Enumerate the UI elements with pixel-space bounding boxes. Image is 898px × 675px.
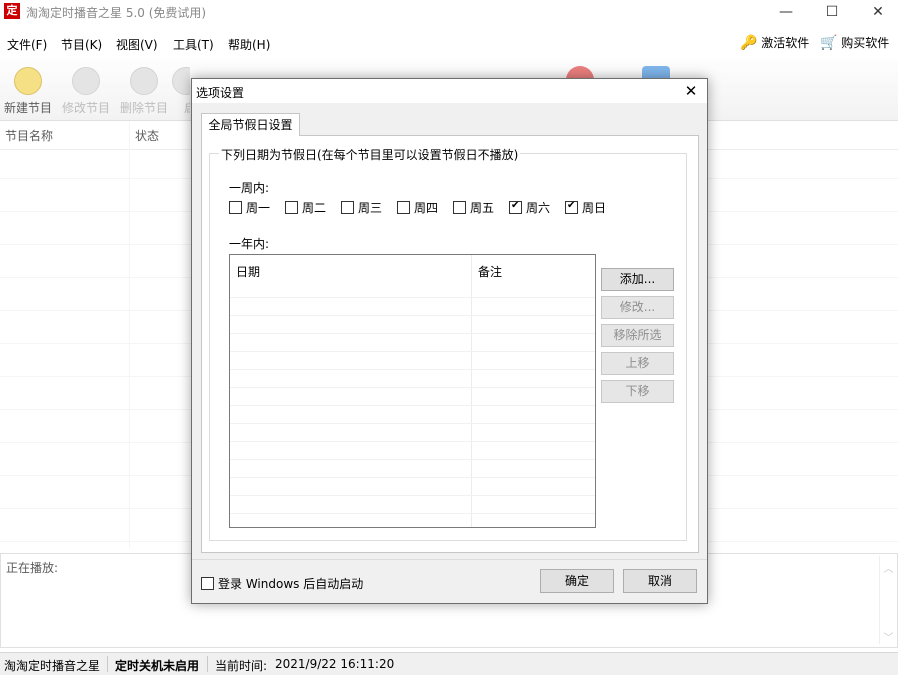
menu-tools[interactable]: 工具(T) <box>173 36 214 53</box>
checkbox-label: 周三 <box>358 201 383 215</box>
table-row-line <box>230 405 595 406</box>
app-icon: 定 <box>4 3 20 19</box>
checkbox-friday[interactable]: 周五 <box>453 199 494 215</box>
table-row-line <box>230 513 595 514</box>
checkbox-thursday[interactable]: 周四 <box>397 199 438 215</box>
column-date[interactable]: 日期 <box>236 263 260 280</box>
checkbox-box[interactable] <box>201 577 214 590</box>
holiday-table[interactable]: 日期 备注 <box>229 254 596 528</box>
status-time-value: 2021/9/22 16:11:20 <box>275 657 395 671</box>
menu-file[interactable]: 文件(F) <box>7 36 47 53</box>
checkbox-sunday[interactable]: 周日 <box>565 199 606 215</box>
checkbox-wednesday[interactable]: 周三 <box>341 199 382 215</box>
dialog-titlebar: 选项设置 ✕ <box>192 79 707 103</box>
status-divider <box>107 656 108 672</box>
table-row-line <box>230 315 595 316</box>
dialog-title: 选项设置 <box>196 86 245 100</box>
table-row-line <box>230 351 595 352</box>
status-time-label: 当前时间: <box>215 659 268 673</box>
menu-program[interactable]: 节目(K) <box>61 36 102 53</box>
checkbox-label: 周二 <box>302 201 327 215</box>
year-label: 一年内: <box>229 237 270 251</box>
buy-label: 购买软件 <box>841 36 890 50</box>
options-dialog: 选项设置 ✕ 全局节假日设置 下列日期为节假日(在每个节目里可以设置节假日不播放… <box>191 78 708 604</box>
add-button[interactable]: 添加... <box>601 268 674 291</box>
window-titlebar: 定 淘淘定时播音之星 5.0 (免费试用) — ☐ ✕ <box>0 0 898 24</box>
checkbox-box[interactable] <box>341 201 354 214</box>
status-shutdown: 定时关机未启用 <box>115 659 200 673</box>
status-bar: 淘淘定时播音之星 定时关机未启用 当前时间: 2021/9/22 16:11:2… <box>0 652 898 675</box>
table-row-line <box>230 495 595 496</box>
checkbox-monday[interactable]: 周一 <box>229 199 270 215</box>
status-divider <box>207 656 208 672</box>
dialog-close-icon[interactable]: ✕ <box>682 82 700 100</box>
holiday-group-title: 下列日期为节假日(在每个节目里可以设置节假日不播放) <box>219 146 521 163</box>
ok-button[interactable]: 确定 <box>540 569 614 593</box>
key-icon: 🔑 <box>740 35 758 51</box>
minimize-button[interactable]: — <box>763 0 809 24</box>
checkbox-label: 周四 <box>414 201 439 215</box>
checkbox-box[interactable] <box>229 201 242 214</box>
activate-label: 激活软件 <box>761 36 810 50</box>
checkbox-label: 周一 <box>246 201 271 215</box>
activate-button[interactable]: 🔑 激活软件 <box>740 34 809 51</box>
checkbox-label: 周六 <box>526 201 551 215</box>
checkbox-box[interactable] <box>565 200 578 214</box>
menu-view[interactable]: 视图(V) <box>116 36 158 53</box>
maximize-button[interactable]: ☐ <box>809 0 855 24</box>
status-app-name: 淘淘定时播音之星 <box>4 659 101 673</box>
buy-button[interactable]: 🛒 购买软件 <box>820 34 889 51</box>
table-row-line <box>230 387 595 388</box>
table-row-line <box>230 423 595 424</box>
checkbox-box[interactable] <box>509 200 522 214</box>
checkbox-tuesday[interactable]: 周二 <box>285 199 326 215</box>
close-button[interactable]: ✕ <box>855 0 898 24</box>
column-note[interactable]: 备注 <box>478 263 502 280</box>
move-up-button[interactable]: 上移 <box>601 352 674 375</box>
move-down-button[interactable]: 下移 <box>601 380 674 403</box>
table-row-line <box>230 441 595 442</box>
table-row-line <box>230 369 595 370</box>
checkbox-label: 周五 <box>470 201 495 215</box>
checkbox-saturday[interactable]: 周六 <box>509 199 550 215</box>
menu-help[interactable]: 帮助(H) <box>228 36 270 53</box>
table-row-line <box>230 459 595 460</box>
remove-selected-button[interactable]: 移除所选 <box>601 324 674 347</box>
edit-button[interactable]: 修改... <box>601 296 674 319</box>
table-row-line <box>230 297 595 298</box>
checkbox-box[interactable] <box>285 201 298 214</box>
column-divider <box>471 255 472 527</box>
checkbox-box[interactable] <box>397 201 410 214</box>
tab-global-holidays[interactable]: 全局节假日设置 <box>201 113 300 136</box>
table-row-line <box>230 477 595 478</box>
autostart-label: 登录 Windows 后自动启动 <box>218 577 364 591</box>
autostart-checkbox[interactable]: 登录 Windows 后自动启动 <box>201 575 363 592</box>
cancel-button[interactable]: 取消 <box>623 569 697 593</box>
window-title: 淘淘定时播音之星 5.0 (免费试用) <box>26 6 207 20</box>
cart-icon: 🛒 <box>820 35 838 51</box>
dialog-footer-divider <box>192 559 707 560</box>
checkbox-box[interactable] <box>453 201 466 214</box>
table-row-line <box>230 333 595 334</box>
week-label: 一周内: <box>229 181 270 195</box>
checkbox-label: 周日 <box>582 201 607 215</box>
